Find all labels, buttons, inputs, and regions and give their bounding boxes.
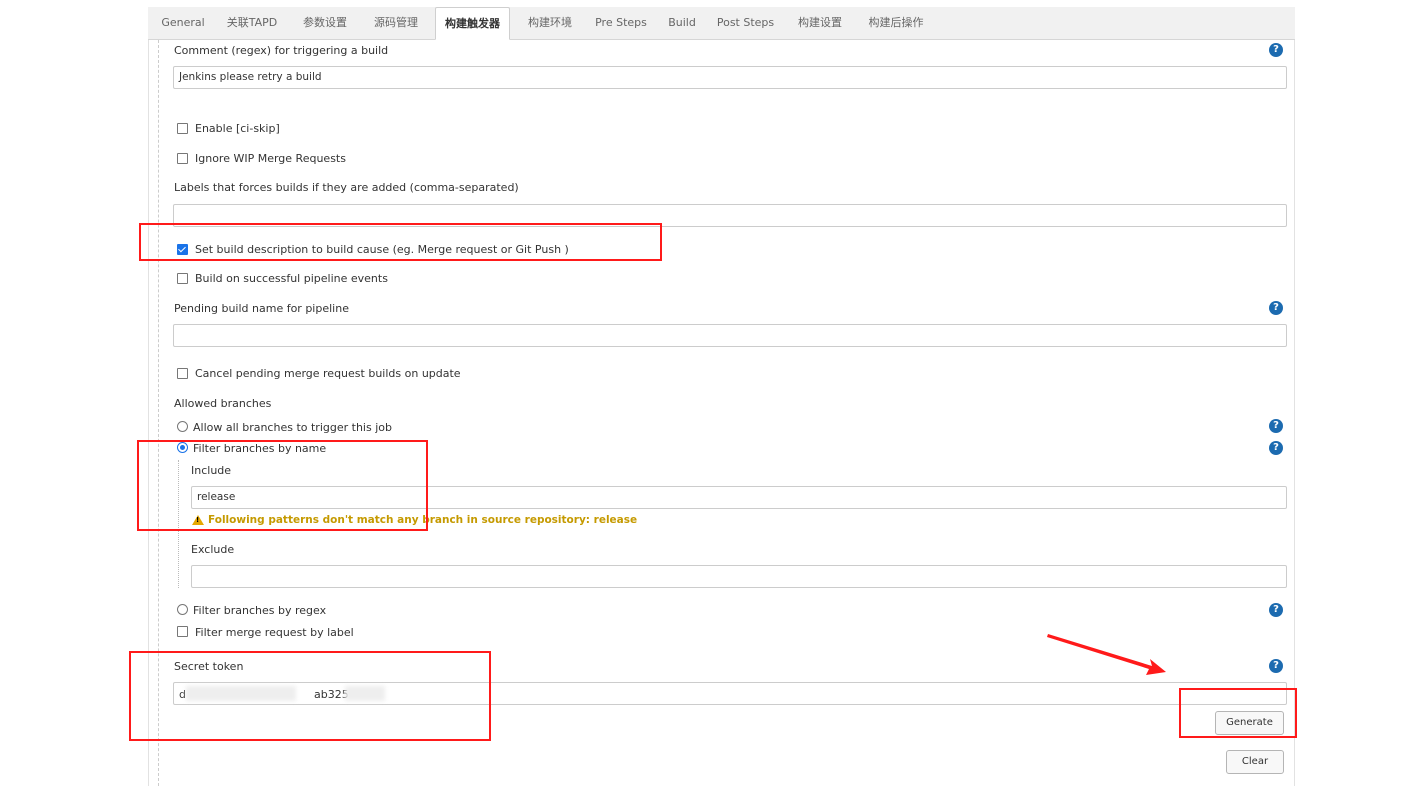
tab-pre-steps[interactable]: Pre Steps [590,7,652,39]
tab-parameters[interactable]: 参数设置 [293,7,357,39]
allow-all-branches-radio[interactable] [177,421,188,432]
build-on-pipeline-checkbox[interactable] [177,273,188,284]
help-icon[interactable]: ? [1269,603,1283,617]
tab-general[interactable]: General [153,7,213,39]
labels-force-label: Labels that forces builds if they are ad… [174,181,519,194]
help-icon[interactable]: ? [1269,301,1283,315]
pending-build-name-input[interactable] [173,324,1287,347]
config-tab-bar: General 关联TAPD 参数设置 源码管理 构建触发器 构建环境 Pre … [148,7,1295,40]
allow-all-branches-label: Allow all branches to trigger this job [193,421,392,434]
tab-build-settings[interactable]: 构建设置 [788,7,852,39]
exclude-input[interactable] [191,565,1287,588]
annotation-box-generate [1179,688,1297,738]
cancel-pending-label: Cancel pending merge request builds on u… [195,367,461,380]
cancel-pending-checkbox[interactable] [177,368,188,379]
comment-regex-input[interactable]: Jenkins please retry a build [173,66,1287,89]
tab-build[interactable]: Build [662,7,702,39]
filter-mr-by-label-checkbox[interactable] [177,626,188,637]
annotation-box-build-description [139,223,662,261]
tab-tapd[interactable]: 关联TAPD [219,7,285,39]
ignore-wip-label: Ignore WIP Merge Requests [195,152,346,165]
build-on-pipeline-label: Build on successful pipeline events [195,272,388,285]
exclude-label: Exclude [191,543,235,556]
tab-build-triggers[interactable]: 构建触发器 [435,7,510,40]
help-icon[interactable]: ? [1269,659,1283,673]
annotation-arrow [1047,634,1166,675]
tab-post-steps[interactable]: Post Steps [713,7,778,39]
filter-branches-by-regex-label: Filter branches by regex [193,604,327,617]
tab-source-code[interactable]: 源码管理 [364,7,428,39]
filter-branches-by-regex-radio[interactable] [177,604,188,615]
tab-post-build-actions[interactable]: 构建后操作 [860,7,932,39]
pending-build-name-label: Pending build name for pipeline [174,302,349,315]
help-icon[interactable]: ? [1269,419,1283,433]
comment-regex-label: Comment (regex) for triggering a build [174,44,389,57]
annotation-box-secret-token [129,651,491,741]
help-icon[interactable]: ? [1269,441,1283,455]
ignore-wip-checkbox[interactable] [177,153,188,164]
annotation-box-branch-filter [137,440,428,531]
allowed-branches-label: Allowed branches [174,397,272,410]
help-icon[interactable]: ? [1269,43,1283,57]
tab-build-environment[interactable]: 构建环境 [517,7,583,39]
enable-ci-skip-checkbox[interactable] [177,123,188,134]
filter-mr-by-label-label: Filter merge request by label [195,626,354,639]
clear-button[interactable]: Clear [1226,750,1284,774]
enable-ci-skip-label: Enable [ci-skip] [195,122,280,135]
